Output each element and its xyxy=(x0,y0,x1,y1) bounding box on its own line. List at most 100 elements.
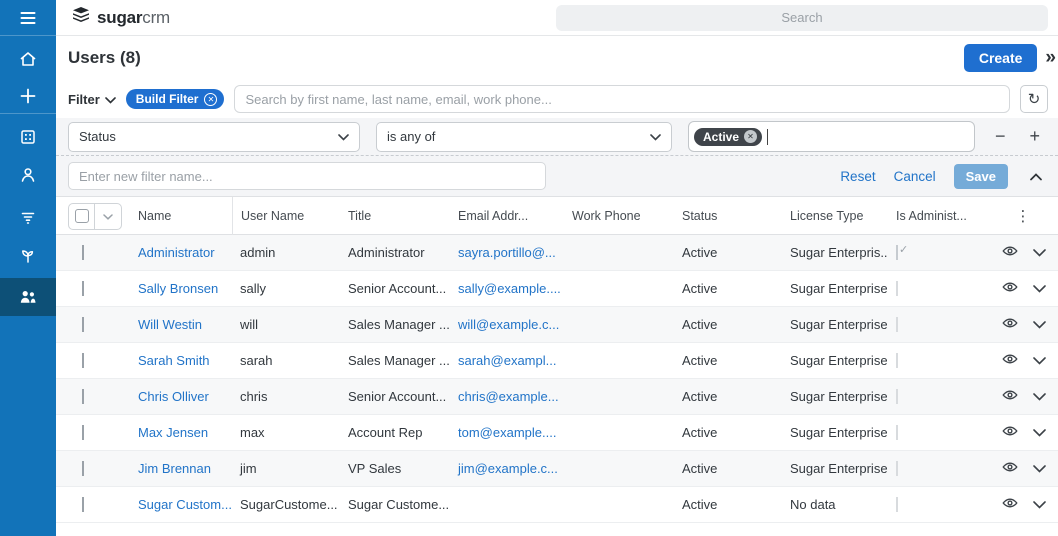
preview-button[interactable] xyxy=(1001,386,1019,407)
column-header-status[interactable]: Status xyxy=(674,209,782,223)
row-checkbox[interactable] xyxy=(82,389,84,404)
remove-value-icon[interactable]: ✕ xyxy=(744,130,758,143)
row-checkbox[interactable] xyxy=(82,281,84,296)
leads-icon xyxy=(18,207,38,227)
column-header-is-admin[interactable]: Is Administ... xyxy=(888,209,988,223)
user-name-link[interactable]: Chris Olliver xyxy=(130,389,232,404)
sidebar-item-home[interactable] xyxy=(0,40,56,78)
topbar: sugarcrm xyxy=(56,0,1058,36)
home-icon xyxy=(18,49,38,69)
filter-field-select[interactable]: Status xyxy=(68,121,360,152)
more-actions-chevrons-icon[interactable]: » xyxy=(1037,47,1058,69)
cancel-button[interactable]: Cancel xyxy=(894,169,936,184)
user-name-link[interactable]: Administrator xyxy=(130,245,232,260)
column-header-email[interactable]: Email Addr... xyxy=(450,209,564,223)
row-checkbox[interactable] xyxy=(82,497,84,512)
column-settings-kebab-icon[interactable]: ⋮ xyxy=(1016,209,1031,224)
column-header-username[interactable]: User Name xyxy=(232,197,340,235)
preview-button[interactable] xyxy=(1001,314,1019,335)
sidebar-item-leads[interactable] xyxy=(0,198,56,236)
sugarcrm-logo[interactable]: sugarcrm xyxy=(70,5,170,30)
column-header-work-phone[interactable]: Work Phone xyxy=(564,209,674,223)
filter-value-input[interactable]: Active ✕ xyxy=(688,121,975,152)
user-name-link[interactable]: Sarah Smith xyxy=(130,353,232,368)
select-all-dropdown[interactable] xyxy=(95,204,121,229)
preview-button[interactable] xyxy=(1001,350,1019,371)
preview-button[interactable] xyxy=(1001,278,1019,299)
save-button[interactable]: Save xyxy=(953,163,1008,189)
row-actions-button[interactable] xyxy=(1032,389,1046,404)
sidebar-item-users[interactable] xyxy=(0,278,56,316)
contacts-icon xyxy=(18,165,38,185)
status-cell: Active xyxy=(682,497,718,512)
row-actions-button[interactable] xyxy=(1032,353,1046,368)
filter-operator-select[interactable]: is any of xyxy=(376,121,672,152)
build-filter-chip[interactable]: Build Filter ✕ xyxy=(125,89,225,109)
is-admin-checkbox xyxy=(896,497,898,512)
row-checkbox[interactable] xyxy=(82,353,84,368)
user-name-link[interactable]: Sally Bronsen xyxy=(130,281,232,296)
row-actions-button[interactable] xyxy=(1032,317,1046,332)
filter-dropdown[interactable]: Filter xyxy=(68,92,116,107)
page-header: Users (8) Create » xyxy=(56,36,1058,80)
column-header-license-type[interactable]: License Type xyxy=(782,209,888,223)
chevron-down-icon xyxy=(1032,245,1046,260)
table-row: Sally Bronsen sally Senior Account... sa… xyxy=(56,271,1058,307)
user-name-link[interactable]: Sugar Custom... xyxy=(130,497,232,512)
sidebar-item-opportunities[interactable] xyxy=(0,236,56,274)
collapse-filter-button[interactable] xyxy=(1026,169,1046,184)
refresh-button[interactable]: ↻ xyxy=(1020,85,1048,113)
sidebar-item-create[interactable] xyxy=(0,78,56,114)
list-search-input[interactable] xyxy=(234,85,1010,113)
sidebar-menu-toggle[interactable] xyxy=(0,0,56,36)
user-name-link[interactable]: Will Westin xyxy=(130,317,232,332)
column-header-title[interactable]: Title xyxy=(340,209,450,223)
select-all-checkbox[interactable] xyxy=(69,203,95,229)
row-checkbox[interactable] xyxy=(82,317,84,332)
remove-filter-icon[interactable]: ✕ xyxy=(204,92,218,106)
row-checkbox[interactable] xyxy=(82,461,84,476)
create-button[interactable]: Create xyxy=(963,44,1038,72)
global-search-input[interactable] xyxy=(556,4,1048,31)
filter-bar: Filter Build Filter ✕ ↻ xyxy=(56,80,1058,118)
license-cell: Sugar Enterpris... xyxy=(790,245,888,260)
username-cell: will xyxy=(240,317,259,332)
sidebar-item-contacts[interactable] xyxy=(0,156,56,194)
row-actions-button[interactable] xyxy=(1032,281,1046,296)
preview-button[interactable] xyxy=(1001,422,1019,443)
username-cell: jim xyxy=(240,461,257,476)
row-actions-button[interactable] xyxy=(1032,425,1046,440)
row-checkbox[interactable] xyxy=(82,245,84,260)
email-link[interactable]: chris@example... xyxy=(450,389,564,404)
title-cell: Sales Manager ... xyxy=(348,353,450,368)
chevron-down-icon xyxy=(1032,461,1046,476)
preview-button[interactable] xyxy=(1001,494,1019,515)
user-name-link[interactable]: Max Jensen xyxy=(130,425,232,440)
chevron-down-icon xyxy=(1032,497,1046,512)
license-cell: Sugar Enterprise xyxy=(790,389,888,404)
filter-name-input[interactable] xyxy=(68,162,546,190)
row-checkbox[interactable] xyxy=(82,425,84,440)
reset-button[interactable]: Reset xyxy=(840,169,875,184)
license-cell: Sugar Enterprise xyxy=(790,425,888,440)
add-condition-button[interactable]: + xyxy=(1025,126,1044,147)
is-admin-checkbox xyxy=(896,281,898,296)
is-admin-checkbox xyxy=(896,389,898,404)
email-link[interactable]: sarah@exampl... xyxy=(450,353,564,368)
email-link[interactable]: will@example.c... xyxy=(450,317,564,332)
row-actions-button[interactable] xyxy=(1032,461,1046,476)
row-actions-button[interactable] xyxy=(1032,245,1046,260)
user-name-link[interactable]: Jim Brennan xyxy=(130,461,232,476)
sidebar-item-accounts[interactable] xyxy=(0,118,56,156)
preview-button[interactable] xyxy=(1001,242,1019,263)
preview-button[interactable] xyxy=(1001,458,1019,479)
filter-save-row: Reset Cancel Save xyxy=(56,156,1058,196)
column-header-name[interactable]: Name xyxy=(130,209,232,223)
email-link[interactable]: sally@example.... xyxy=(450,281,564,296)
email-link[interactable]: jim@example.c... xyxy=(450,461,564,476)
email-link[interactable]: tom@example.... xyxy=(450,425,564,440)
row-actions-button[interactable] xyxy=(1032,497,1046,512)
email-link[interactable]: sayra.portillo@... xyxy=(450,245,564,260)
sugarcrm-logo-icon xyxy=(70,5,92,30)
remove-condition-button[interactable]: − xyxy=(991,126,1010,147)
